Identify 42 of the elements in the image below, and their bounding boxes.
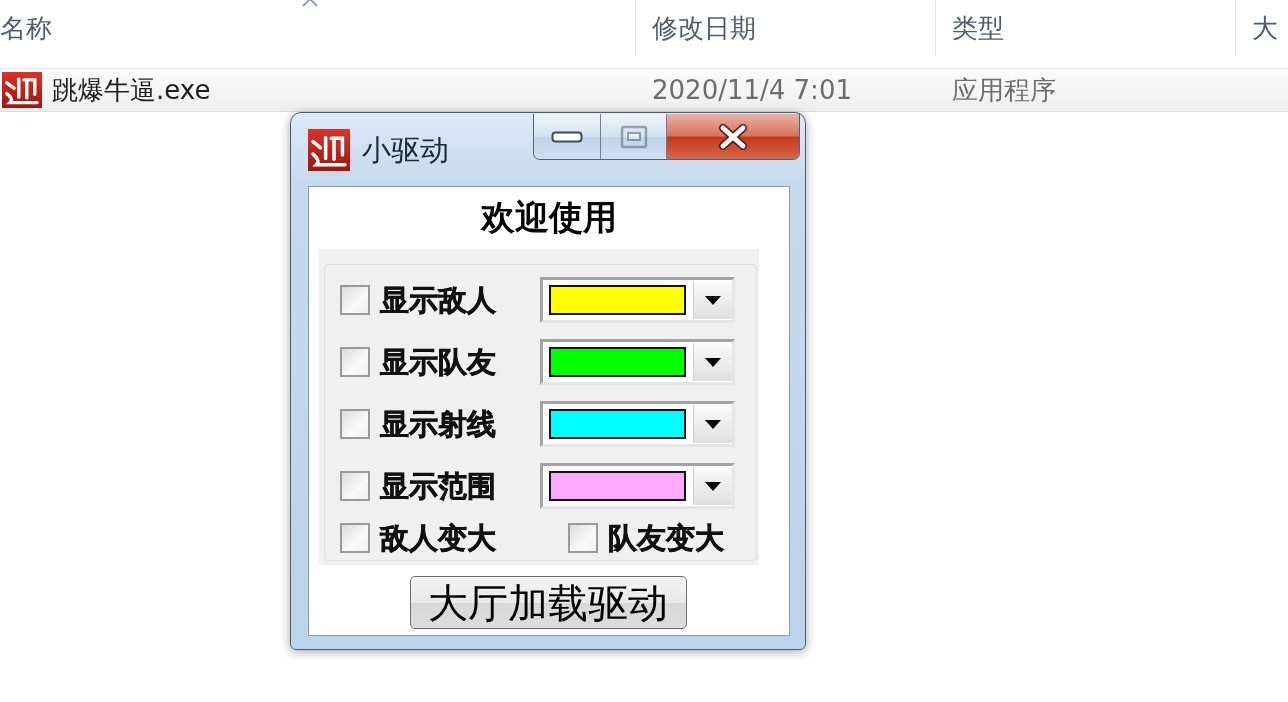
- checkbox[interactable]: [340, 409, 370, 439]
- file-name: 跳爆牛逼.exe: [52, 74, 211, 106]
- checkbox[interactable]: [340, 347, 370, 377]
- color-dropdown[interactable]: [540, 401, 735, 447]
- dropdown-button[interactable]: [693, 467, 732, 505]
- color-dropdown[interactable]: [540, 463, 735, 509]
- checkbox[interactable]: [340, 471, 370, 501]
- file-row[interactable]: 跳爆牛逼.exe 2020/11/4 7:01 应用程序: [0, 68, 1288, 112]
- caret-icon: [705, 357, 721, 367]
- checkbox[interactable]: [340, 285, 370, 315]
- column-header[interactable]: 大: [1236, 0, 1288, 56]
- caret-icon: [705, 295, 721, 305]
- column-header[interactable]: 修改日期: [636, 0, 936, 56]
- checkbox-label: 显示队友: [380, 344, 497, 380]
- checkbox[interactable]: [340, 523, 370, 553]
- app-icon: [308, 128, 350, 171]
- app-icon: [2, 72, 42, 108]
- column-header[interactable]: 名称: [0, 0, 636, 56]
- close-icon: [718, 123, 748, 150]
- dropdown-button[interactable]: [693, 343, 732, 381]
- checkbox-label: 敌人变大: [380, 520, 497, 556]
- checkbox-label: 显示敌人: [380, 282, 497, 318]
- dropdown-button[interactable]: [693, 405, 732, 443]
- checkbox[interactable]: [568, 523, 598, 553]
- column-header[interactable]: 类型: [936, 0, 1236, 56]
- file-type: 应用程序: [952, 74, 1056, 106]
- minimize-button[interactable]: [534, 114, 601, 159]
- close-button[interactable]: [667, 114, 799, 159]
- dialog-heading: 欢迎使用: [481, 197, 617, 237]
- caret-icon: [705, 481, 721, 491]
- minimize-icon: [551, 130, 583, 143]
- checkbox-label: 队友变大: [608, 520, 724, 556]
- caret-icon: [705, 419, 721, 429]
- color-dropdown[interactable]: [540, 339, 735, 385]
- load-driver-button[interactable]: 大厅加载驱动: [409, 576, 687, 629]
- modified-date: 2020/11/4 7:01: [652, 74, 852, 106]
- dropdown-button[interactable]: [693, 281, 732, 319]
- window-title: 小驱动: [362, 131, 449, 168]
- maximize-icon: [619, 124, 648, 149]
- checkbox-label: 显示范围: [380, 468, 497, 504]
- checkbox-label: 显示射线: [380, 406, 497, 442]
- color-dropdown[interactable]: [540, 277, 735, 323]
